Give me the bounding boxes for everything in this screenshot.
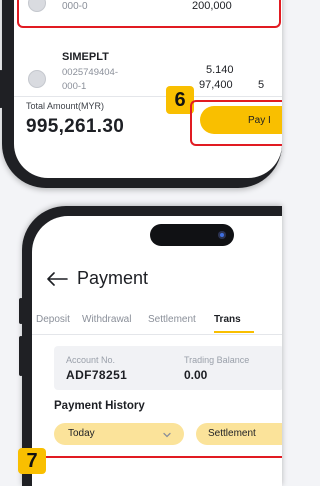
- account-card: Account No. ADF78251 Trading Balance 0.0…: [54, 346, 282, 390]
- tab-bar: Deposit Withdrawal Settlement Trans: [32, 298, 282, 335]
- step-badge-7: 7: [18, 448, 46, 474]
- order-summary-screen: 000-0 200,000 SIMEPLT 0025749404- 000-1 …: [14, 0, 282, 178]
- active-tab-indicator: [214, 331, 254, 333]
- stock-name: SIMEPLT: [62, 51, 109, 63]
- account-label: Account No.: [66, 355, 116, 365]
- camera-lens-dot: [220, 233, 224, 237]
- stock-amount: 200,000: [192, 0, 232, 12]
- tab-deposit[interactable]: Deposit: [36, 314, 70, 325]
- date-filter-dropdown[interactable]: Today: [54, 423, 184, 445]
- stock-code: 0025749404-: [62, 67, 118, 78]
- type-filter-dropdown[interactable]: Settlement: [196, 423, 282, 445]
- selected-stock-highlight: [17, 0, 281, 28]
- stock-code: 000-0: [62, 1, 88, 12]
- dynamic-island: [150, 224, 234, 246]
- pay-button-label: Pay I: [248, 114, 271, 126]
- phone-side-button: [19, 336, 23, 376]
- date-filter-label: Today: [68, 428, 95, 439]
- stock-code: 000-1: [62, 81, 87, 92]
- payment-screen: Payment Deposit Withdrawal Settlement Tr…: [32, 216, 282, 486]
- tab-transactions[interactable]: Trans: [214, 314, 241, 325]
- phone-frame-bottom: Payment Deposit Withdrawal Settlement Tr…: [19, 206, 282, 486]
- balance-value: 0.00: [184, 368, 208, 382]
- account-number: ADF78251: [66, 368, 128, 382]
- balance-label: Trading Balance: [184, 355, 250, 365]
- tab-settlement[interactable]: Settlement: [148, 314, 196, 325]
- history-heading: Payment History: [54, 400, 145, 412]
- history-list-highlight: [32, 456, 282, 486]
- total-amount-value: 995,261.30: [26, 116, 125, 137]
- stock-quantity: 97,400: [199, 79, 233, 91]
- total-amount-label: Total Amount(MYR): [26, 101, 105, 111]
- back-arrow-icon[interactable]: [46, 272, 68, 286]
- stock-select-radio[interactable]: [28, 70, 46, 88]
- row-divider: [14, 96, 282, 97]
- phone-side-button: [0, 70, 3, 108]
- type-filter-label: Settlement: [208, 428, 256, 439]
- page-title: Payment: [77, 268, 149, 288]
- tab-withdrawal[interactable]: Withdrawal: [82, 314, 131, 325]
- phone-side-button: [19, 298, 23, 324]
- stock-price: 5.140: [206, 64, 234, 76]
- pay-button[interactable]: Pay I: [200, 106, 282, 134]
- stock-extra: 5: [258, 79, 265, 91]
- chevron-down-icon: [162, 427, 172, 445]
- phone-frame-top: 000-0 200,000 SIMEPLT 0025749404- 000-1 …: [0, 0, 282, 188]
